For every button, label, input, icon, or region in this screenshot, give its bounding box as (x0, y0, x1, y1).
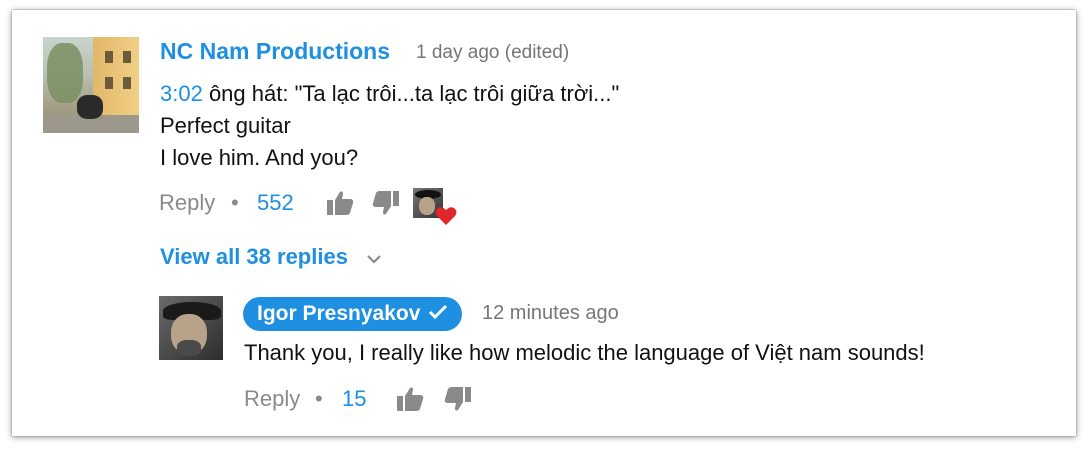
reply-thumbs-up-icon[interactable] (396, 386, 424, 417)
comment-time[interactable]: 1 day ago (edited) (416, 42, 569, 64)
view-replies-label: View all 38 replies (160, 244, 348, 269)
reply-like-count: 15 (342, 386, 367, 411)
timestamp-link[interactable]: 3:02 (160, 81, 203, 106)
reply-author-avatar[interactable] (159, 296, 223, 360)
separator-dot: • (231, 190, 239, 215)
chevron-down-icon (366, 245, 382, 271)
reply-separator-dot: • (315, 386, 323, 411)
commenter-avatar[interactable] (43, 37, 139, 133)
reply-text: Thank you, I really like how melodic the… (244, 340, 925, 365)
like-count: 552 (257, 190, 294, 215)
heart-icon (435, 206, 457, 231)
view-replies-link[interactable]: View all 38 replies (160, 244, 382, 271)
reply-thumbs-down-icon[interactable] (444, 386, 472, 417)
comment-line-3: I love him. And you? (160, 145, 359, 170)
comment-line-2: Perfect guitar (160, 113, 291, 138)
reply-button[interactable]: Reply (159, 190, 215, 216)
comment-author[interactable]: NC Nam Productions (160, 38, 390, 65)
reply-author-badge[interactable]: Igor Presnyakov (243, 297, 463, 331)
reply-time[interactable]: 12 minutes ago (482, 302, 619, 325)
thumbs-up-icon[interactable] (326, 190, 354, 221)
reply-author: Igor Presnyakov (257, 302, 421, 325)
check-icon (428, 297, 448, 331)
reply-reply-button[interactable]: Reply (244, 386, 300, 412)
comment-line-1-text: ông hát: "Ta lạc trôi...ta lạc trôi giữa… (202, 81, 620, 106)
comment-card: NC Nam Productions 1 day ago (edited) 3:… (12, 10, 1076, 436)
thumbs-down-icon[interactable] (372, 190, 400, 221)
comment-line-1: 3:02 ông hát: "Ta lạc trôi...ta lạc trôi… (160, 81, 619, 107)
